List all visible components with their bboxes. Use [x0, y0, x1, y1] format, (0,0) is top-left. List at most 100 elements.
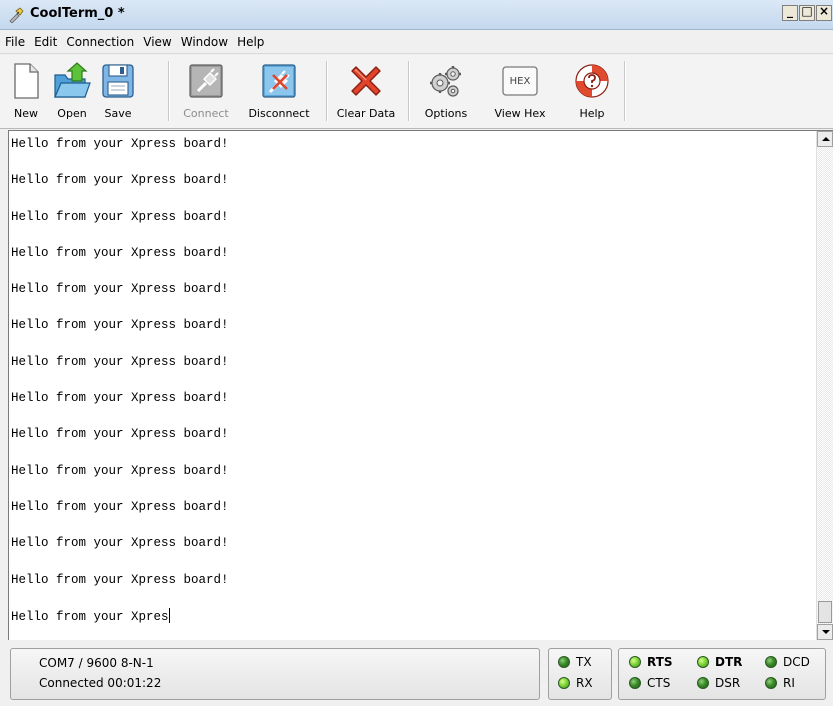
port-settings: COM7 / 9600 8-N-1 [39, 656, 154, 670]
terminal-line: Hello from your Xpress board! [11, 354, 229, 369]
scrollbar-thumb[interactable] [818, 601, 832, 623]
dcd-indicator: DCD [765, 655, 810, 669]
terminal-lines: Hello from your Xpress board! Hello from… [11, 136, 801, 640]
cts-label: CTS [647, 676, 671, 690]
save-label: Save [104, 107, 132, 120]
ri-label: RI [783, 676, 795, 690]
coolterm-app-icon [9, 7, 24, 23]
minimize-button[interactable]: _ [782, 4, 798, 21]
dcd-label: DCD [783, 655, 810, 669]
menu-help[interactable]: Help [237, 35, 264, 49]
minimize-icon: _ [787, 4, 793, 18]
help-label: Help [579, 107, 605, 120]
new-button[interactable]: New [4, 59, 48, 123]
terminal-line-text: Hello from your Xpres [11, 609, 169, 624]
dtr-led-icon [697, 656, 709, 668]
terminal-line: Hello from your Xpress board! [11, 245, 229, 260]
terminal-line: Hello from your Xpress board! [11, 536, 229, 551]
menu-window[interactable]: Window [181, 35, 228, 49]
open-folder-icon [54, 62, 91, 98]
dsr-indicator: DSR [697, 676, 740, 690]
title-bar[interactable]: CoolTerm_0 * _ □ × [0, 0, 833, 30]
terminal-line: Hello from your Xpress board! [11, 427, 229, 442]
terminal-line: Hello from your Xpress board! [11, 463, 229, 478]
terminal-line: Hello from your Xpress board! [11, 209, 229, 224]
new-document-icon [14, 63, 39, 99]
arrow-up-icon [822, 137, 830, 141]
menu-file[interactable]: File [5, 35, 25, 49]
disconnect-button[interactable]: Disconnect [242, 59, 316, 123]
ri-indicator: RI [765, 676, 795, 690]
menu-edit[interactable]: Edit [34, 35, 57, 49]
tx-led-icon [558, 656, 570, 668]
terminal-line: Hello from your Xpress board! [11, 173, 229, 188]
toolbar-separator [408, 61, 410, 121]
help-button[interactable]: Help [568, 59, 616, 123]
connect-button[interactable]: Connect [178, 59, 234, 123]
save-disk-icon [102, 64, 134, 98]
rx-indicator: RX [558, 676, 593, 690]
view-hex-label: View Hex [494, 107, 546, 120]
clear-data-label: Clear Data [336, 107, 396, 120]
options-button[interactable]: Options [416, 59, 476, 123]
rts-led-icon [629, 656, 641, 668]
disconnect-plug-icon [262, 64, 296, 98]
disconnect-label: Disconnect [248, 107, 310, 120]
line-status-panel: RTS CTS DTR DSR DCD RI [618, 648, 826, 700]
dcd-led-icon [765, 656, 777, 668]
dtr-label: DTR [715, 655, 743, 669]
connection-timer: Connected 00:01:22 [39, 676, 162, 690]
txrx-indicator-panel: TX RX [548, 648, 612, 700]
vertical-scrollbar[interactable] [816, 131, 833, 640]
maximize-button[interactable]: □ [799, 4, 815, 21]
scroll-down-button[interactable] [817, 624, 833, 640]
window-title: CoolTerm_0 * [30, 6, 125, 21]
options-label: Options [424, 107, 468, 120]
hex-icon-text: HEX [509, 76, 531, 87]
close-icon: × [818, 4, 830, 18]
rx-led-icon [558, 677, 570, 689]
rts-label: RTS [647, 655, 673, 669]
coolterm-window: CoolTerm_0 * _ □ × File Edit Connection … [0, 0, 833, 706]
help-lifebuoy-icon [575, 64, 609, 98]
terminal-line: Hello from your Xpress board! [11, 572, 229, 587]
terminal-line: Hello from your Xpress board! [11, 318, 229, 333]
menu-view[interactable]: View [143, 35, 171, 49]
maximize-icon: □ [801, 4, 813, 18]
toolbar-separator [326, 61, 328, 121]
view-hex-button[interactable]: HEX View Hex [490, 59, 550, 123]
connect-label: Connect [183, 107, 229, 120]
menu-bar: File Edit Connection View Window Help [0, 30, 833, 54]
tx-label: TX [576, 655, 592, 669]
clear-data-button[interactable]: Clear Data [334, 59, 398, 123]
connect-plug-icon [189, 64, 223, 98]
save-button[interactable]: Save [96, 59, 140, 123]
status-bar: COM7 / 9600 8-N-1 Connected 00:01:22 TX … [0, 640, 833, 706]
rx-label: RX [576, 676, 593, 690]
scroll-up-button[interactable] [817, 131, 833, 147]
terminal-line: Hello from your Xpress board! [11, 499, 229, 514]
clear-x-icon [351, 66, 381, 96]
toolbar-separator [168, 61, 170, 121]
port-status-panel: COM7 / 9600 8-N-1 Connected 00:01:22 [10, 648, 540, 700]
open-button[interactable]: Open [50, 59, 94, 123]
terminal-output[interactable]: Hello from your Xpress board! Hello from… [8, 130, 833, 640]
toolbar-separator [624, 61, 626, 121]
terminal-line: Hello from your Xpress board! [11, 137, 229, 151]
menu-connection[interactable]: Connection [66, 35, 134, 49]
tx-indicator: TX [558, 655, 592, 669]
terminal-last-line: Hello from your Xpres [11, 607, 801, 640]
text-cursor [168, 607, 170, 623]
open-label: Open [57, 107, 87, 120]
rts-indicator[interactable]: RTS [629, 655, 673, 669]
dsr-label: DSR [715, 676, 741, 690]
close-button[interactable]: × [816, 4, 832, 21]
window-controls: _ □ × [781, 4, 832, 25]
options-gears-icon [430, 66, 461, 97]
cts-indicator: CTS [629, 676, 670, 690]
dsr-led-icon [697, 677, 709, 689]
terminal-line: Hello from your Xpress board! [11, 391, 229, 406]
toolbar: New Open Save Connect Disconnect Clear D… [0, 55, 833, 129]
new-label: New [14, 107, 38, 120]
dtr-indicator[interactable]: DTR [697, 655, 742, 669]
